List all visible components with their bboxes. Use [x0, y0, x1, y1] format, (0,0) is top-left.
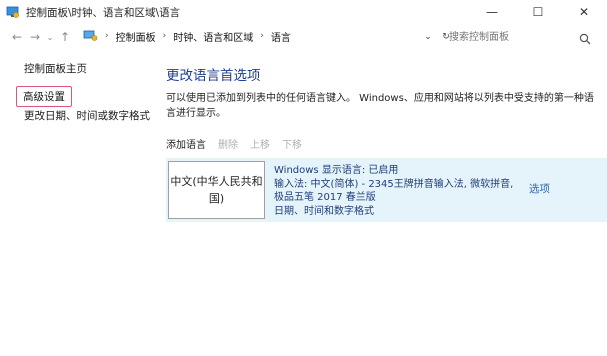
- search-box[interactable]: [441, 27, 597, 47]
- search-input[interactable]: [447, 30, 581, 44]
- language-details: Windows 显示语言: 已启用 输入法: 中文(简体) - 2345王牌拼音…: [274, 164, 522, 218]
- move-down-button[interactable]: 下移: [282, 136, 302, 151]
- page-description: 可以使用已添加到列表中的任何语言键入。 Windows、应用和网站将以列表中受支…: [166, 93, 594, 119]
- language-list-item[interactable]: 中文(中华人民共和国) Windows 显示语言: 已启用 输入法: 中文(简体…: [166, 158, 607, 222]
- close-button[interactable]: ✕: [561, 0, 607, 24]
- maximize-button[interactable]: ☐: [515, 0, 561, 24]
- sidebar-link-change-date-format[interactable]: 更改日期、时间或数字格式: [24, 108, 150, 123]
- breadcrumb-clock-language-region[interactable]: 时钟、语言和区域: [173, 29, 253, 44]
- move-up-button[interactable]: 上移: [250, 136, 270, 151]
- up-button[interactable]: ↑: [56, 27, 74, 47]
- address-bar[interactable]: › 控制面板 › 时钟、语言和区域 › 语言: [83, 26, 435, 46]
- search-icon[interactable]: [579, 30, 591, 49]
- breadcrumb-control-panel[interactable]: 控制面板: [116, 29, 156, 44]
- minimize-button[interactable]: —: [469, 0, 515, 24]
- language-toolbar: 添加语言 删除 上移 下移: [166, 136, 314, 151]
- language-name: 中文(中华人民共和国): [170, 175, 263, 205]
- window-title: 控制面板\时钟、语言和区域\语言: [26, 6, 181, 19]
- sidebar-link-advanced-settings[interactable]: 高级设置: [16, 86, 72, 107]
- remove-language-button[interactable]: 删除: [218, 136, 238, 151]
- forward-button[interactable]: →: [26, 27, 44, 47]
- page-title: 更改语言首选项: [166, 68, 261, 84]
- breadcrumb-separator: ›: [105, 31, 109, 41]
- date-time-number-format: 日期、时间和数字格式: [274, 205, 374, 217]
- breadcrumb-separator[interactable]: ›: [260, 31, 264, 41]
- add-language-button[interactable]: 添加语言: [166, 136, 206, 151]
- recent-locations-dropdown[interactable]: ⌄: [44, 27, 56, 47]
- language-name-tile[interactable]: 中文(中华人民共和国): [168, 161, 265, 219]
- window-controls: — ☐ ✕: [469, 0, 607, 24]
- display-language-status: Windows 显示语言: 已启用: [274, 165, 399, 176]
- title-bar: 控制面板\时钟、语言和区域\语言 — ☐ ✕: [0, 0, 607, 24]
- control-panel-breadcrumb-icon: [83, 29, 99, 43]
- address-dropdown-button[interactable]: ⌄: [420, 27, 436, 47]
- navigation-bar: ← → ⌄ ↑ › 控制面板 › 时钟、语言和区域 › 语言 ⌄ ↻: [0, 24, 607, 50]
- breadcrumb-separator[interactable]: ›: [163, 31, 167, 41]
- control-panel-icon: [6, 5, 20, 19]
- sidebar-link-control-panel-home[interactable]: 控制面板主页: [24, 61, 87, 76]
- breadcrumb-language[interactable]: 语言: [271, 29, 291, 44]
- back-button[interactable]: ←: [8, 27, 26, 47]
- input-method-list: 输入法: 中文(简体) - 2345王牌拼音输入法, 微软拼音, 极品五笔 20…: [274, 178, 514, 204]
- language-options-link[interactable]: 选项: [529, 181, 550, 196]
